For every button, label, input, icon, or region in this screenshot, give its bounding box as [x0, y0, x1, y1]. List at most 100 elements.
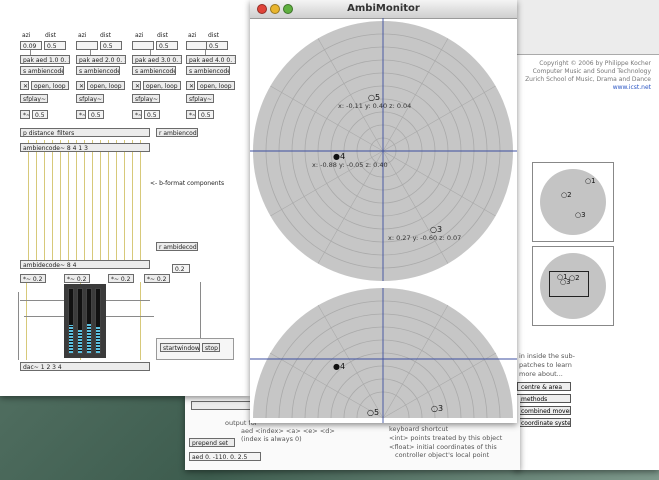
- send-ambiencode-box[interactable]: s ambiencode: [186, 66, 230, 75]
- sfplay-object[interactable]: sfplay~: [132, 94, 160, 103]
- dist-number-box[interactable]: 0.5: [156, 41, 178, 50]
- col-label-azi: azi: [78, 32, 87, 39]
- source-coord-4: x: -0.88 y: -0.05 z: 0.40: [312, 161, 388, 169]
- output-gain[interactable]: *~ 0.2: [144, 274, 170, 283]
- pak-box[interactable]: pak aed 2.0 0. 1: [76, 55, 126, 64]
- distance-filters-subpatch[interactable]: p distance_filters: [20, 128, 150, 137]
- side-point-5[interactable]: ○5: [367, 408, 379, 417]
- side-point-4[interactable]: ●4: [333, 362, 345, 371]
- level-number-box[interactable]: 0.5: [88, 110, 104, 119]
- col-label-dist: dist: [100, 32, 111, 39]
- level-meter: [86, 288, 92, 354]
- mini-point-2: ○2: [569, 274, 580, 282]
- help-text: controller object's local point: [395, 451, 490, 459]
- col-label-azi: azi: [188, 32, 197, 39]
- toggle[interactable]: ✕: [132, 81, 141, 90]
- info-window: Copyright © 2006 by Philippe Kocher Comp…: [515, 0, 659, 470]
- mini-disk: [540, 169, 606, 235]
- source-point-4[interactable]: ●4: [333, 152, 345, 161]
- open-loop-message[interactable]: open, loop 1: [197, 81, 235, 90]
- level-meter: [77, 288, 83, 354]
- credit-line: Computer Music and Sound Technology: [532, 68, 651, 75]
- send-ambiencode-box[interactable]: s ambiencode: [132, 66, 176, 75]
- gain-number-box[interactable]: 0.2: [172, 264, 190, 273]
- ambiencode-object[interactable]: ambiencode~ 8 4 1 3: [20, 143, 150, 152]
- help-text: <float> initial coordinates of this: [389, 443, 497, 451]
- send-ambiencode-box[interactable]: s ambiencode: [76, 66, 120, 75]
- gain-multiplier[interactable]: *~: [132, 110, 142, 119]
- mini-monitor-b[interactable]: ○1 ○3 ○2: [532, 246, 614, 326]
- gain-multiplier[interactable]: *~: [20, 110, 30, 119]
- sub-text-line: more about...: [519, 370, 563, 378]
- azi-number-box[interactable]: [186, 41, 208, 50]
- mini-monitor-a[interactable]: ○1 ○2 ○3: [532, 162, 614, 242]
- prepend-set-box[interactable]: prepend set: [189, 438, 235, 447]
- sub-text-line: in inside the sub-: [519, 352, 576, 360]
- mini-point-1: ○1: [585, 177, 596, 185]
- help-text: aed <index> <a> <e> <d>: [241, 427, 335, 435]
- output-gain[interactable]: *~ 0.2: [64, 274, 90, 283]
- source-point-3[interactable]: ○3: [430, 225, 442, 234]
- startwindow-message[interactable]: startwindow: [160, 343, 200, 352]
- level-number-box[interactable]: 0.5: [32, 110, 48, 119]
- send-ambiencode-box[interactable]: s ambiencode: [20, 66, 64, 75]
- credit-link[interactable]: www.icst.net: [521, 84, 651, 92]
- toggle[interactable]: ✕: [76, 81, 85, 90]
- toggle[interactable]: ✕: [186, 81, 195, 90]
- open-loop-message[interactable]: open, loop 1: [143, 81, 181, 90]
- side-point-3[interactable]: ○3: [431, 404, 443, 413]
- info-toolbar: [515, 0, 659, 55]
- azi-number-box[interactable]: 0.09: [20, 41, 42, 50]
- open-loop-message[interactable]: open, loop 1: [87, 81, 125, 90]
- max-patch-window: azi dist azi dist azi dist azi dist 0.09…: [0, 0, 250, 396]
- receive-ambidecode-box[interactable]: r ambidecode: [156, 242, 198, 251]
- output-gain[interactable]: *~ 0.2: [20, 274, 46, 283]
- ambidecode-object[interactable]: ambidecode~ 8 4: [20, 260, 150, 269]
- open-loop-message[interactable]: open, loop 1: [31, 81, 69, 90]
- azi-number-box[interactable]: [76, 41, 98, 50]
- col-label-dist: dist: [157, 32, 168, 39]
- button-coordinate-system[interactable]: coordinate system: [517, 418, 571, 427]
- bformat-comment: <- b-format components: [150, 180, 225, 187]
- help-text: keyboard shortcut: [389, 425, 449, 433]
- pak-box[interactable]: pak aed 3.0 0. 1: [132, 55, 182, 64]
- source-coord-3: x: 0.27 y: -0.60 z: 0.07: [388, 234, 462, 242]
- dist-number-box[interactable]: 0.5: [44, 41, 66, 50]
- level-number-box[interactable]: 0.5: [198, 110, 214, 119]
- sfplay-object[interactable]: sfplay~: [20, 94, 48, 103]
- aed-message-box[interactable]: aed 0. -110. 0. 2.5: [189, 452, 261, 461]
- stop-message[interactable]: stop: [202, 343, 220, 352]
- ambimonitor-window: AmbiMonitor ○5 x: -0.11 y: 0.40 z: 0.04 …: [250, 0, 517, 423]
- top-view-plot[interactable]: [250, 18, 517, 423]
- help-text: <int> points treated by this object: [389, 434, 503, 442]
- output-gain[interactable]: *~ 0.2: [108, 274, 134, 283]
- dac-object[interactable]: dac~ 1 2 3 4: [20, 362, 150, 371]
- dist-number-box[interactable]: 0.5: [206, 41, 228, 50]
- level-meter: [68, 288, 74, 354]
- credit-line: Copyright © 2006 by Philippe Kocher: [539, 60, 651, 67]
- top-view-disk: [250, 18, 517, 281]
- sfplay-object[interactable]: sfplay~: [76, 94, 104, 103]
- gain-multiplier[interactable]: *~: [186, 110, 196, 119]
- sub-text-line: patches to learn: [519, 361, 572, 369]
- button-centre-area[interactable]: centre & area: [517, 382, 571, 391]
- source-coord-5: x: -0.11 y: 0.40 z: 0.04: [338, 102, 412, 110]
- col-label-dist: dist: [45, 32, 56, 39]
- col-label-dist: dist: [208, 32, 219, 39]
- azi-number-box[interactable]: [132, 41, 154, 50]
- source-point-5[interactable]: ○5: [368, 93, 380, 102]
- col-label-azi: azi: [135, 32, 144, 39]
- title-bar: AmbiMonitor: [250, 0, 517, 19]
- level-number-box[interactable]: 0.5: [144, 110, 160, 119]
- window-title: AmbiMonitor: [347, 3, 420, 14]
- button-methods[interactable]: methods: [517, 394, 571, 403]
- toggle[interactable]: ✕: [20, 81, 29, 90]
- receive-ambiencode-box[interactable]: r ambiencode: [156, 128, 198, 137]
- button-combined-movements[interactable]: combined movements: [517, 406, 571, 415]
- pak-box[interactable]: pak aed 1.0 0. 1: [20, 55, 70, 64]
- sfplay-object[interactable]: sfplay~: [186, 94, 214, 103]
- pak-box[interactable]: pak aed 4.0 0. 1: [186, 55, 236, 64]
- col-label-azi: azi: [22, 32, 31, 39]
- gain-multiplier[interactable]: *~: [76, 110, 86, 119]
- dist-number-box[interactable]: 0.5: [100, 41, 122, 50]
